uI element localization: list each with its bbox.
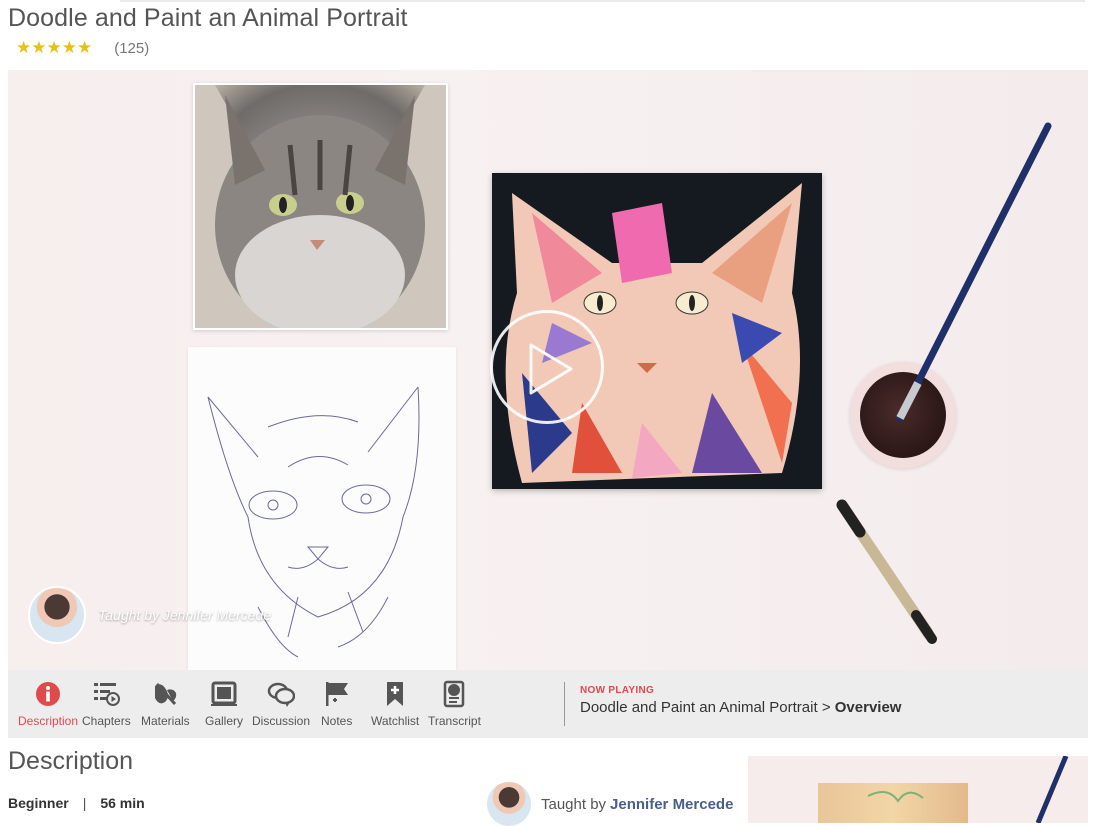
course-toolbar: Description Chapters Materials Gallery D…	[8, 670, 1088, 738]
tab-notes[interactable]: Notes	[321, 680, 352, 728]
rating-stars: ★★★★★	[16, 38, 93, 57]
taught-by-label: Taught by	[541, 795, 607, 813]
tab-label: Transcript	[428, 714, 481, 728]
chapters-icon	[94, 683, 121, 706]
bookmark-icon	[387, 682, 404, 706]
tab-chapters[interactable]: Chapters	[82, 680, 131, 728]
tab-label: Materials	[141, 714, 190, 728]
tab-materials[interactable]: Materials	[141, 680, 190, 728]
now-playing-text: Doodle and Paint an Animal Portrait > Ov…	[580, 699, 901, 716]
gallery-icon	[211, 681, 237, 706]
tab-description[interactable]: Description	[18, 680, 78, 728]
now-playing-chapter: Overview	[834, 699, 902, 716]
materials-icon	[155, 682, 177, 706]
tab-label: Notes	[321, 714, 353, 728]
paintbrush	[896, 122, 1052, 422]
play-button[interactable]	[490, 310, 604, 424]
tab-label: Chapters	[82, 714, 131, 728]
tab-label: Description	[18, 714, 79, 728]
instructor-caption: Taught by Jennifer Mercede	[98, 607, 272, 623]
course-title: Doodle and Paint an Animal Portrait	[8, 4, 408, 32]
play-icon	[529, 343, 573, 395]
rating: ★★★★★ (125)	[16, 38, 149, 58]
meta-separator: |	[82, 795, 87, 811]
description-heading: Description	[8, 747, 134, 775]
instructor-byline: Taught by Jennifer Mercede	[487, 782, 733, 826]
top-divider	[120, 0, 1085, 2]
video-player[interactable]: Taught by Jennifer Mercede	[8, 70, 1088, 670]
rating-count[interactable]: (125)	[114, 40, 149, 57]
now-playing-separator: >	[817, 699, 835, 716]
notes-flag-icon	[325, 682, 348, 706]
now-playing-divider	[564, 682, 565, 726]
now-playing-label: NOW PLAYING	[580, 685, 655, 696]
tab-label: Gallery	[205, 714, 244, 728]
info-icon	[36, 682, 61, 706]
discussion-icon	[267, 682, 296, 707]
instructor-avatar-small[interactable]	[487, 782, 531, 826]
now-playing-course: Doodle and Paint an Animal Portrait	[580, 699, 818, 716]
instructor-name-link[interactable]: Jennifer Mercede	[610, 796, 733, 813]
now-playing: NOW PLAYING Doodle and Paint an Animal P…	[580, 685, 901, 716]
tab-gallery[interactable]: Gallery	[205, 680, 243, 728]
course-meta: Beginner | 56 min	[8, 795, 145, 811]
pen	[836, 499, 937, 644]
tab-label: Discussion	[252, 714, 311, 728]
duration-label: 56 min	[100, 795, 145, 811]
tab-transcript[interactable]: Transcript	[428, 680, 481, 728]
instructor-overlay: Taught by Jennifer Mercede	[28, 586, 271, 644]
instructor-avatar	[28, 586, 86, 644]
tab-watchlist[interactable]: Watchlist	[371, 680, 419, 728]
tab-discussion[interactable]: Discussion	[252, 680, 310, 728]
level-label: Beginner	[8, 795, 69, 811]
transcript-icon	[444, 680, 465, 708]
preview-thumbnail[interactable]	[748, 756, 1088, 823]
cat-photo	[193, 83, 448, 330]
tab-label: Watchlist	[371, 714, 420, 728]
